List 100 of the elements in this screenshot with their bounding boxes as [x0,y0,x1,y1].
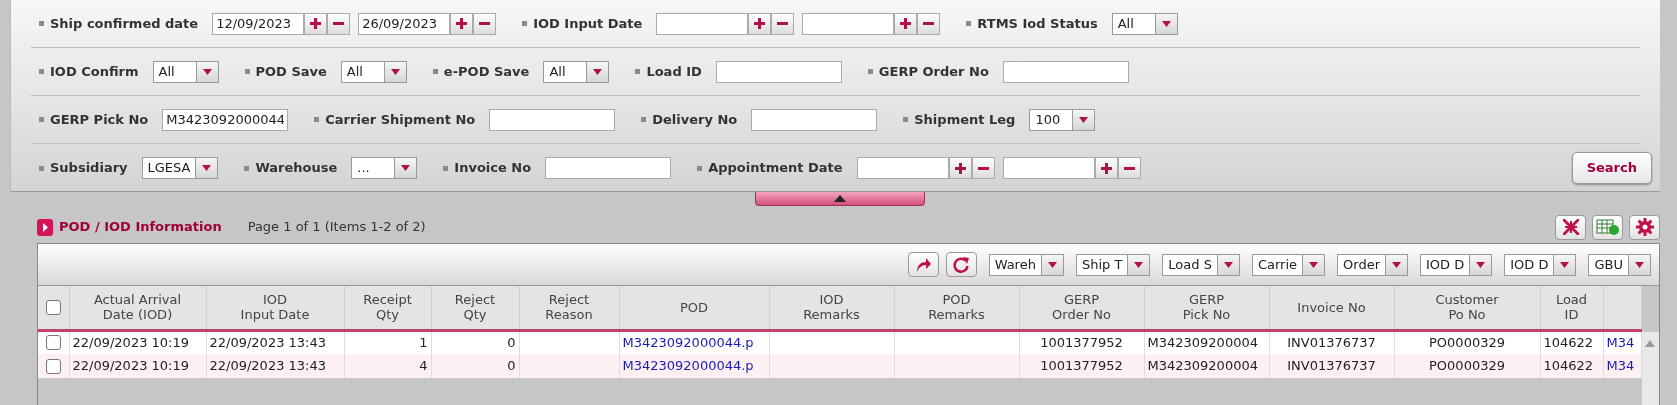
caret-icon [1134,261,1144,268]
text-field[interactable] [1002,60,1129,83]
checkbox[interactable] [45,335,61,351]
table-cell: 22/09/2023 13:43 [209,358,327,374]
plus-icon [900,18,912,29]
plus-button[interactable] [894,12,918,35]
dropdown[interactable]: 100 [1029,108,1096,131]
column-header: GERP Pick No [1182,292,1231,323]
table-cell: 22/09/2023 10:19 [72,335,190,350]
filter-label: Shipment Leg [914,110,1016,129]
minus-button[interactable] [327,12,351,35]
minus-button[interactable] [771,12,795,35]
bullet-icon [39,69,44,74]
dropdown[interactable]: All [340,60,407,83]
caret-icon [1309,261,1319,268]
collapse-button[interactable] [1555,214,1586,240]
bullet-icon [314,117,320,122]
bullet-icon [39,117,44,122]
caret-icon [1079,116,1089,123]
date-field[interactable]: 26/09/2023 [358,12,451,35]
dropdown[interactable]: IOD D [1420,253,1493,276]
filter-label: Invoice No [454,159,532,178]
date-field[interactable] [802,12,895,35]
date-field[interactable] [1002,157,1095,179]
dropdown[interactable]: All [152,60,219,83]
bullet-icon [966,21,972,26]
dropdown[interactable]: Ship T [1075,253,1151,276]
table-cell: INV01376737 [1287,335,1376,350]
caret-icon [1635,261,1644,268]
table-cell: 22/09/2023 13:43 [209,335,327,350]
table-cell: PO0000329 [1429,335,1505,350]
filter-label: Load ID [646,62,702,81]
column-header: IOD Input Date [240,292,310,323]
date-field[interactable] [656,12,749,35]
table-cell: 1001377952 [1040,358,1123,374]
table-cell: PO0000329 [1429,358,1505,374]
bullet-icon [432,69,438,74]
column-header: IOD Remarks [803,292,860,323]
column-header: Customer Po No [1435,292,1499,323]
text-field[interactable] [545,157,672,179]
bullet-icon [39,21,44,26]
up-arrow-icon [834,195,846,202]
caret-icon [593,68,603,75]
plus-button[interactable] [1094,157,1118,179]
expand-icon [37,218,53,236]
minus-button[interactable] [473,12,497,35]
minus-button[interactable] [1117,157,1141,179]
text-field[interactable] [715,60,842,83]
collapse-handle[interactable] [755,192,925,206]
bullet-icon [39,165,44,171]
filter-label: RTMS Iod Status [977,14,1098,33]
dropdown[interactable]: Carrie [1251,253,1326,276]
bullet-icon [867,69,873,74]
checkbox[interactable] [45,299,61,315]
plus-button[interactable] [304,12,328,35]
refresh-button[interactable] [945,252,977,277]
table-cell: 104622 [1543,335,1594,350]
plus-icon [1100,162,1112,174]
minus-button[interactable] [917,12,941,35]
dropdown[interactable]: LGESA [141,157,219,179]
plus-icon [954,162,966,174]
dropdown[interactable]: Load S [1162,253,1240,276]
gear-icon [1635,218,1654,236]
filter-label: Subsidiary [50,159,128,178]
dropdown[interactable]: All [543,60,610,83]
caret-icon [401,165,411,171]
search-button[interactable]: Search [1571,152,1652,184]
minus-button[interactable] [971,157,995,179]
filter-label: GERP Pick No [50,110,149,129]
export-button[interactable] [1592,214,1623,240]
table-cell: 1 [419,335,428,350]
scrollbar[interactable] [1641,332,1659,405]
plus-button[interactable] [450,12,474,35]
redo-button[interactable] [907,252,939,277]
filter-label: POD Save [255,62,327,81]
dropdown[interactable]: Order [1337,253,1408,276]
bullet-icon [641,117,647,122]
filter-label: Appointment Date [708,159,843,178]
settings-button[interactable] [1629,214,1660,240]
caret-icon [1161,20,1171,27]
text-field[interactable]: M3423092000044 [162,108,289,131]
bullet-icon [635,69,641,74]
plus-button[interactable] [948,157,972,179]
column-header: POD Remarks [928,292,985,323]
dropdown[interactable]: ... [351,157,418,179]
column-header: Load ID [1555,292,1588,323]
dropdown[interactable]: GBU [1588,253,1651,276]
collapse-icon [1561,218,1580,236]
plus-button[interactable] [748,12,772,35]
text-field[interactable] [489,108,616,131]
date-field[interactable]: 12/09/2023 [212,12,305,35]
text-field[interactable] [751,108,878,131]
dropdown[interactable]: Wareh [988,253,1064,276]
date-field[interactable] [856,157,949,179]
bullet-icon [244,69,250,74]
dropdown[interactable]: IOD D [1504,253,1577,276]
checkbox[interactable] [45,358,61,374]
section-title: POD / IOD Information [59,218,222,237]
filter-label: Carrier Shipment No [325,110,476,129]
dropdown[interactable]: All [1111,12,1178,35]
